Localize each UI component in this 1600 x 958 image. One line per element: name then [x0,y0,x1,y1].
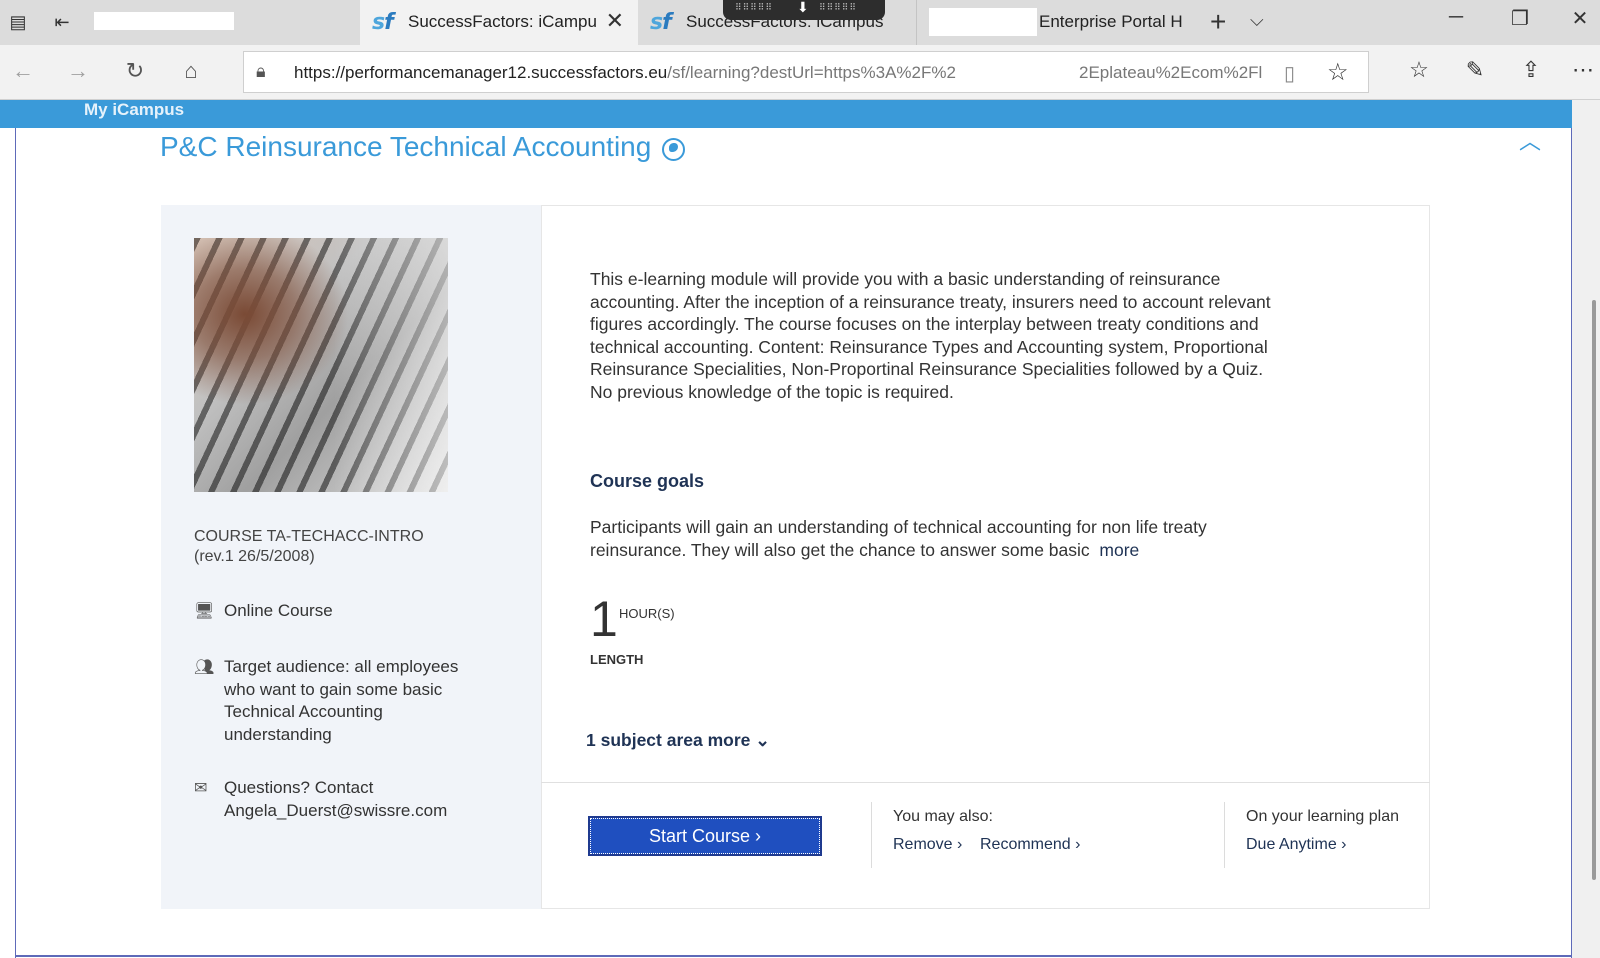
site-name[interactable]: My iCampus [84,100,184,120]
start-course-label: Start Course [648,826,751,846]
tab-title: Enterprise Portal H [1039,12,1183,31]
restore-icon[interactable]: ❐ [1500,6,1540,31]
lock-icon: 🔒︎ [256,61,266,81]
chevron-down-icon: ⌄ [755,730,770,750]
contact-text[interactable]: Questions? Contact Angela_Duerst@swissre… [224,777,447,822]
globe-icon [662,138,685,161]
minimize-icon[interactable]: ─ [1436,6,1476,29]
chevron-right-icon: › [1075,836,1081,853]
length-value: 1 [590,591,618,647]
browser-tab-bar: ▤ ⇤ sf SuccessFactors: iCampu ✕ sf Succe… [0,0,1600,45]
action-divider [541,782,1430,783]
browser-nav-bar: ← → ↻ ⌂ 🔒︎ https://performancemanager12.… [0,45,1600,100]
you-may-also-label: You may also: [893,808,993,825]
panel-bottom-border [15,955,1572,957]
new-tab-plus-icon[interactable]: + [1210,6,1226,38]
recommend-link[interactable]: Recommend › [980,836,1080,854]
target-audience-text: Target audience: all employees who want … [224,657,459,744]
audience-icon: 👥︎ [194,659,215,676]
url-text-tail: 2Eplateau%2Ecom%2Fl [1079,63,1263,82]
envelope-icon: ✉ [194,780,208,797]
remove-link[interactable]: Remove › [893,836,962,854]
course-description: This e-learning module will provide you … [590,269,1271,402]
successfactors-favicon-icon: sf [372,10,394,35]
grip-icon: ⠿⠿⠿⠿⠿ [819,3,857,13]
due-anytime-link[interactable]: Due Anytime › [1246,836,1347,854]
goals-more-link[interactable]: more [1099,540,1139,560]
course-revision: (rev.1 26/5/2008) [194,548,315,565]
star-icon[interactable]: ☆ [1327,58,1349,87]
refresh-icon[interactable]: ↻ [120,58,150,84]
close-tab-icon[interactable]: ✕ [606,8,624,34]
start-course-button[interactable]: Start Course › [588,816,822,856]
course-code-text: COURSE TA-TECHACC-INTRO [194,528,424,545]
download-arrow-icon: ⬇ [797,0,809,15]
chevron-right-icon: › [1341,836,1347,853]
subject-area-toggle[interactable]: 1 subject area more ⌄ [586,730,770,751]
chevron-right-icon: › [957,836,963,853]
download-notification-pill[interactable]: ⠿⠿⠿⠿⠿ ⬇ ⠿⠿⠿⠿⠿ [723,0,885,20]
learning-plan-label: On your learning plan [1246,808,1399,825]
redacted-tab-title [94,12,234,30]
url-text: https://performancemanager12.successfact… [294,63,956,82]
separator [1224,802,1225,868]
chevron-right-icon: › [755,826,762,846]
share-icon[interactable]: ⇪ [1514,57,1548,83]
subject-area-text: 1 subject area more [586,730,751,750]
scrollbar-thumb[interactable] [1592,300,1596,880]
grip-icon: ⠿⠿⠿⠿⠿ [735,3,773,13]
page-scrollbar[interactable] [1572,100,1600,958]
length-unit: HOUR(S) [619,606,675,621]
tab-list-chevron-icon[interactable]: ⌵ [1250,10,1264,31]
tab-enterprise-portal[interactable]: Enterprise Portal H [916,0,1194,45]
set-tabs-aside-icon[interactable]: ⇤ [50,10,74,34]
reading-view-icon[interactable]: ▯ [1284,61,1295,86]
tab-successfactors-active[interactable]: sf SuccessFactors: iCampu ✕ [360,0,638,45]
more-menu-icon[interactable]: ⋯ [1566,57,1600,83]
address-bar[interactable]: 🔒︎ https://performancemanager12.successf… [243,51,1369,93]
online-course-icon: 🖥︎ [194,603,215,620]
pen-notes-icon[interactable]: ✎ [1458,57,1492,83]
successfactors-favicon-icon: sf [650,10,672,35]
delivery-type-label: Online Course [224,601,333,620]
tab-redacted[interactable] [82,0,360,45]
course-goals-text: Participants will gain an understanding … [590,517,1207,560]
back-arrow-icon[interactable]: ← [8,58,38,84]
window-close-icon[interactable]: ✕ [1560,6,1600,31]
favorites-hub-icon[interactable]: ☆ [1402,57,1436,83]
collapse-chevron-up-icon[interactable]: ︿ [1519,124,1541,156]
forward-arrow-icon[interactable]: → [63,58,93,84]
length-label: LENGTH [590,652,644,667]
course-goals-heading: Course goals [590,471,705,491]
separator [871,802,872,868]
site-header-band: My iCampus [0,100,1572,128]
tab-title: SuccessFactors: iCampu [408,12,597,31]
tab-preview-icon[interactable]: ▤ [6,10,30,34]
course-title: P&C Reinsurance Technical Accounting [160,131,652,162]
course-thumbnail-keyboard-image [194,238,448,492]
course-code: COURSE TA-TECHACC-INTRO (rev.1 26/5/2008… [194,527,424,567]
redacted-favicon [929,8,1037,36]
home-icon[interactable]: ⌂ [176,58,206,84]
